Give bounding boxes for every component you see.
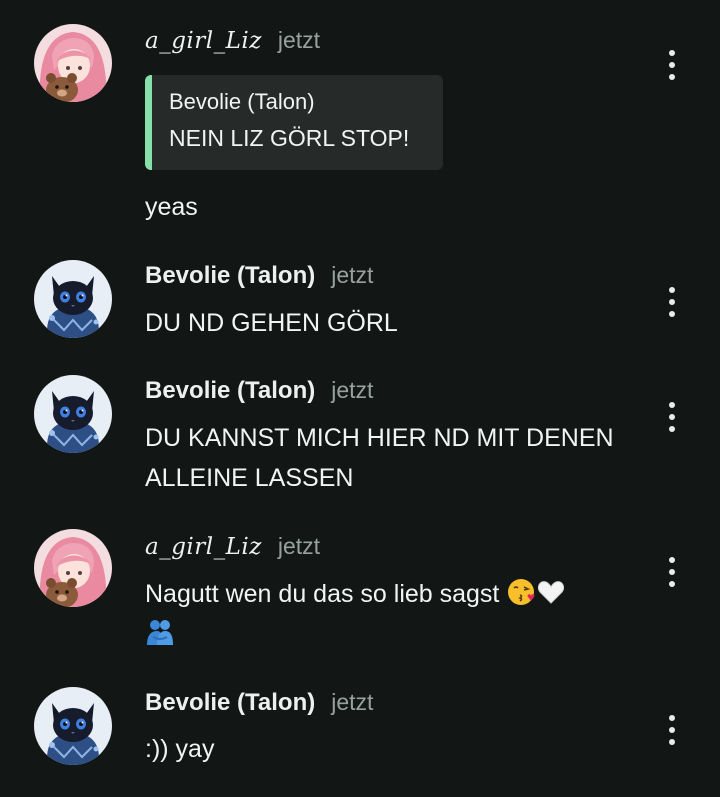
message-text-content: Nagutt wen du das so lieb sagst — [145, 580, 500, 608]
message-header: Bevolie (Talon) jetzt — [145, 689, 373, 717]
username[interactable]: Bevolie (Talon) — [145, 377, 315, 405]
avatar[interactable] — [34, 687, 112, 765]
username[interactable]: a_girl_Liz — [145, 534, 262, 560]
more-vertical-icon — [669, 50, 675, 56]
more-vertical-icon — [669, 287, 675, 293]
message-text: DU ND GEHEN GÖRL — [145, 309, 398, 337]
chat-message: Bevolie (Talon) jetzt DU ND GEHEN GÖRL — [0, 250, 720, 365]
avatar[interactable] — [34, 529, 112, 607]
chat-message: a_girl_Liz jetzt Bevolie (Talon) NEIN LI… — [0, 0, 720, 250]
more-vertical-icon — [669, 557, 675, 563]
message-text: yeas — [145, 193, 198, 221]
avatar-girl-icon — [34, 24, 112, 102]
timestamp: jetzt — [331, 689, 374, 715]
more-vertical-icon — [669, 715, 675, 721]
more-options-button[interactable] — [660, 50, 684, 80]
timestamp: jetzt — [331, 262, 374, 288]
kiss-emoji-icon — [508, 579, 535, 605]
message-text: :)) yay — [145, 735, 215, 763]
message-text: Nagutt wen du das so lieb sagst — [145, 574, 655, 654]
message-header: a_girl_Liz jetzt — [145, 533, 320, 560]
more-options-button[interactable] — [660, 715, 684, 745]
chat-message: a_girl_Liz jetzt Nagutt wen du das so li… — [0, 515, 720, 680]
chat-feed: a_girl_Liz jetzt Bevolie (Talon) NEIN LI… — [0, 0, 720, 797]
message-header: a_girl_Liz jetzt — [145, 27, 320, 54]
avatar[interactable] — [34, 24, 112, 102]
quoted-reply[interactable]: Bevolie (Talon) NEIN LIZ GÖRL STOP! — [145, 75, 443, 170]
more-vertical-icon — [669, 402, 675, 408]
quote-accent-bar — [145, 75, 152, 170]
message-text-line: ALLEINE LASSEN — [145, 464, 354, 492]
avatar-cat-icon — [34, 687, 112, 765]
more-options-button[interactable] — [660, 287, 684, 317]
chat-message: Bevolie (Talon) jetzt DU KANNST MICH HIE… — [0, 365, 720, 515]
more-options-button[interactable] — [660, 557, 684, 587]
white-heart-icon — [538, 581, 565, 604]
avatar-girl-icon — [34, 529, 112, 607]
avatar-cat-icon — [34, 375, 112, 453]
message-header: Bevolie (Talon) jetzt — [145, 262, 373, 290]
timestamp: jetzt — [277, 27, 321, 53]
timestamp: jetzt — [277, 533, 321, 559]
username[interactable]: Bevolie (Talon) — [145, 689, 315, 717]
people-hugging-icon — [147, 620, 173, 645]
avatar[interactable] — [34, 260, 112, 338]
quote-author: Bevolie (Talon) — [169, 89, 315, 114]
avatar[interactable] — [34, 375, 112, 453]
message-text: DU KANNST MICH HIER ND MIT DENEN ALLEINE… — [145, 418, 655, 498]
chat-message: Bevolie (Talon) jetzt :)) yay — [0, 680, 720, 797]
timestamp: jetzt — [331, 377, 374, 403]
username[interactable]: Bevolie (Talon) — [145, 262, 315, 290]
username[interactable]: a_girl_Liz — [145, 28, 262, 54]
avatar-cat-icon — [34, 260, 112, 338]
quote-text: NEIN LIZ GÖRL STOP! — [169, 125, 410, 151]
more-options-button[interactable] — [660, 402, 684, 432]
message-header: Bevolie (Talon) jetzt — [145, 377, 373, 405]
message-text-line: DU KANNST MICH HIER ND MIT DENEN — [145, 424, 614, 452]
